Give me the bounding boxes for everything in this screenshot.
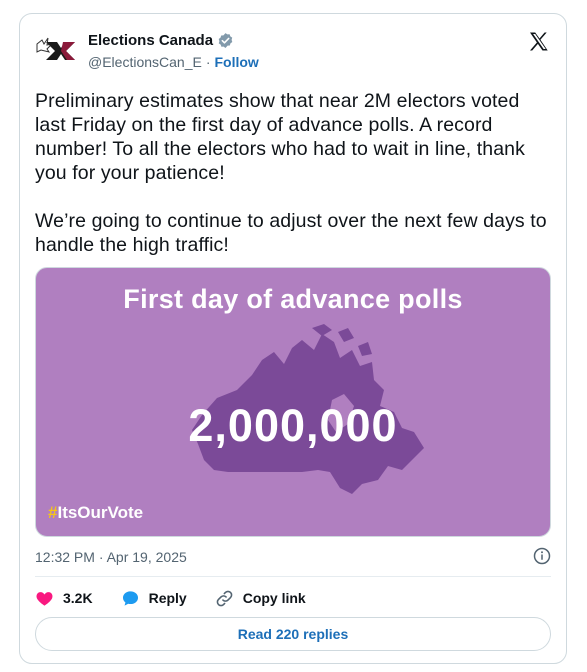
copy-link-label: Copy link [242, 590, 306, 606]
separator-dot: · [205, 54, 211, 70]
info-icon[interactable] [533, 547, 551, 565]
tweet-card: Elections Canada @ElectionsCan_E · Follo… [19, 13, 567, 664]
x-logo-icon[interactable] [527, 30, 551, 54]
read-replies-button[interactable]: Read 220 replies [35, 617, 551, 651]
handle[interactable]: @ElectionsCan_E [88, 54, 202, 70]
reply-button[interactable]: Reply [121, 589, 187, 608]
display-name[interactable]: Elections Canada [88, 32, 213, 49]
media-hashtag: #ItsOurVote [48, 503, 143, 523]
media-title: First day of advance polls [123, 284, 463, 314]
reply-bubble-icon [122, 590, 138, 606]
follow-button[interactable]: Follow [215, 54, 259, 70]
tweet-timestamp[interactable]: 12:32 PM · Apr 19, 2025 [35, 549, 187, 565]
tweet-text: Preliminary estimates show that near 2M … [35, 90, 547, 256]
verified-badge-icon [218, 33, 233, 48]
media-number: 2,000,000 [188, 400, 398, 451]
like-count: 3.2K [63, 590, 93, 606]
tweet-header: Elections Canada @ElectionsCan_E · Follo… [35, 30, 551, 74]
hashtag-text: ItsOurVote [57, 503, 144, 522]
action-bar: 3.2K Reply Copy link [35, 586, 334, 610]
link-icon [216, 590, 233, 606]
divider [35, 576, 551, 577]
like-button[interactable]: 3.2K [35, 589, 93, 608]
copy-link-button[interactable]: Copy link [215, 589, 306, 608]
heart-icon [36, 591, 53, 606]
tweet-media-image[interactable]: First day of advance polls 2,000,000 #It… [35, 267, 551, 537]
elections-canada-logo[interactable] [35, 34, 75, 64]
reply-label: Reply [148, 590, 187, 606]
